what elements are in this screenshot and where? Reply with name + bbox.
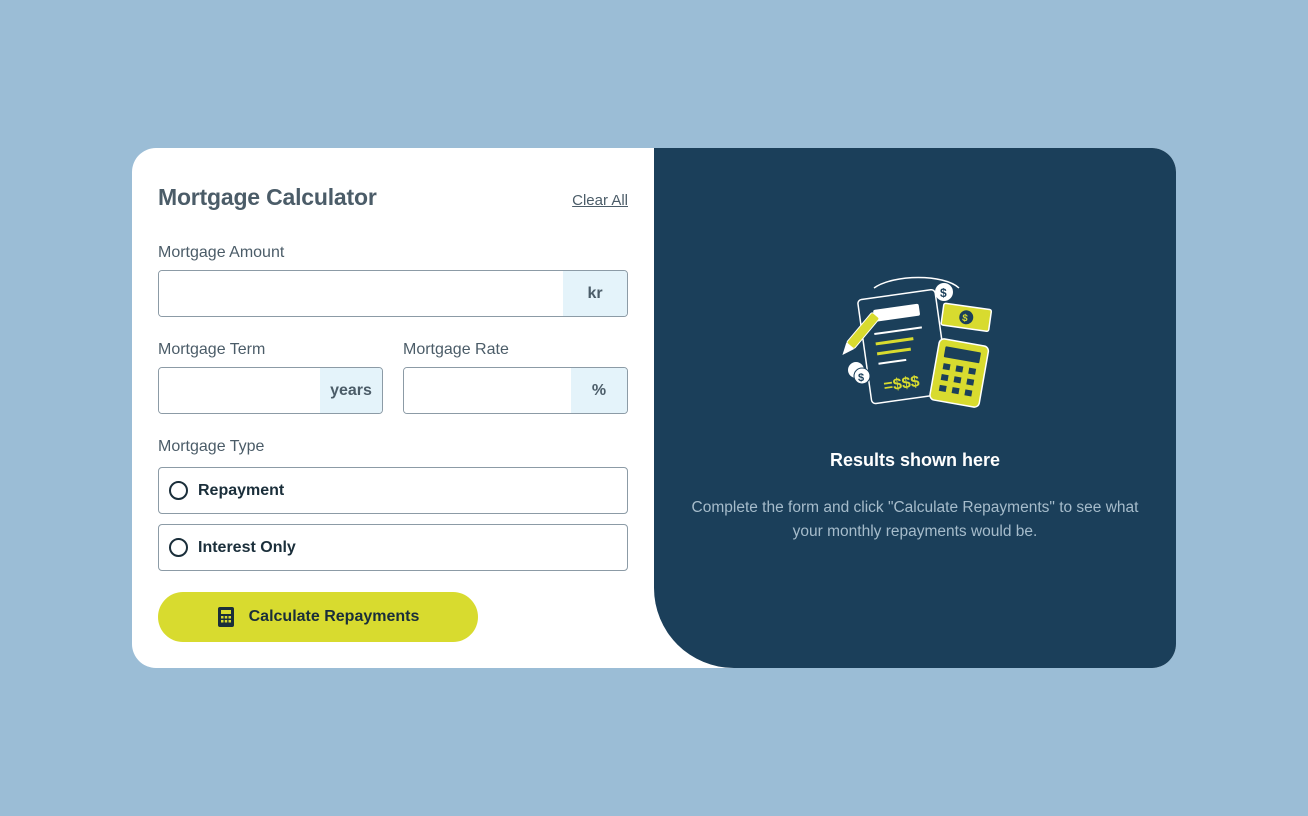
page-title: Mortgage Calculator (158, 184, 377, 210)
mortgage-term-input[interactable] (159, 368, 320, 413)
mortgage-rate-label: Mortgage Rate (403, 341, 509, 358)
svg-text:$: $ (858, 372, 864, 384)
radio-label-interest-only: Interest Only (198, 538, 296, 556)
calculate-repayments-button[interactable]: Calculate Repayments (158, 592, 478, 642)
calculator-icon (217, 607, 235, 627)
radio-option-interest-only[interactable]: Interest Only (158, 524, 628, 571)
mortgage-amount-label: Mortgage Amount (158, 244, 285, 261)
percent-unit: % (571, 368, 627, 413)
results-description: Complete the form and click "Calculate R… (691, 499, 1139, 540)
mortgage-type-label: Mortgage Type (158, 438, 265, 455)
radio-button[interactable] (169, 538, 188, 557)
mortgage-rate-input[interactable] (404, 368, 571, 413)
form-panel: Mortgage Calculator Clear All Mortgage A… (132, 148, 654, 668)
empty-results-illustration: =$$$ $ $ $ (834, 274, 994, 419)
mortgage-rate-group: % (403, 367, 628, 414)
radio-button[interactable] (169, 481, 188, 500)
calculate-repayments-label: Calculate Repayments (248, 608, 420, 625)
radio-option-repayment[interactable]: Repayment (158, 467, 628, 514)
mortgage-term-label: Mortgage Term (158, 341, 266, 358)
radio-label-repayment: Repayment (198, 481, 285, 499)
clear-all-link[interactable]: Clear All (572, 192, 628, 209)
mortgage-amount-group: kr (158, 270, 628, 317)
results-panel: =$$$ $ $ $ Results shown here Complete t… (654, 148, 1176, 668)
mortgage-term-group: years (158, 367, 383, 414)
results-title: Results shown here (829, 450, 1001, 470)
mortgage-calculator-card: Mortgage Calculator Clear All Mortgage A… (132, 148, 1176, 668)
form-header: Mortgage Calculator Clear All (158, 184, 628, 211)
currency-unit: kr (563, 271, 627, 316)
mortgage-amount-input[interactable] (159, 271, 563, 316)
svg-text:$: $ (940, 286, 947, 300)
years-unit: years (320, 368, 382, 413)
